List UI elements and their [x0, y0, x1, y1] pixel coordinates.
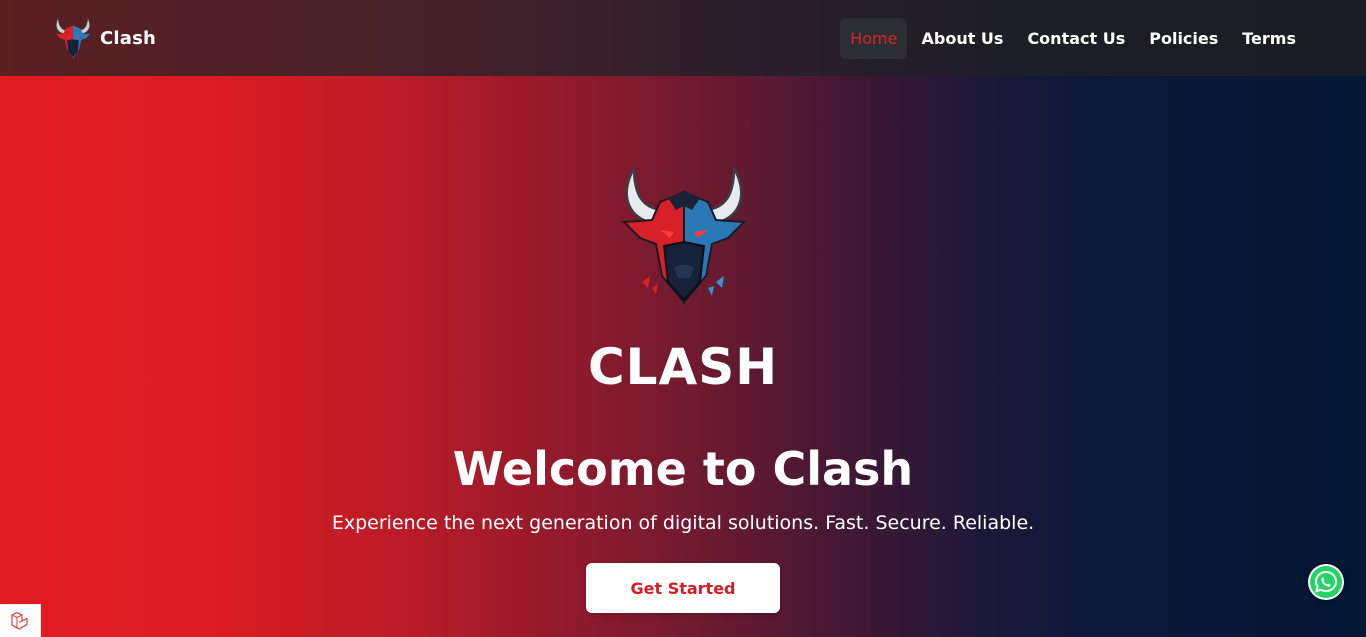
bull-logo-icon — [621, 167, 747, 305]
corner-badge[interactable] — [0, 604, 41, 637]
nav-item-about-us[interactable]: About Us — [911, 18, 1013, 59]
nav-item-terms[interactable]: Terms — [1232, 18, 1306, 59]
hero-title: Welcome to Clash — [452, 442, 914, 496]
laravel-icon — [11, 611, 28, 630]
get-started-button[interactable]: Get Started — [586, 563, 780, 613]
whatsapp-icon — [1310, 566, 1342, 598]
hero-section: CLASH Welcome to Clash Experience the ne… — [0, 76, 1366, 637]
nav-item-policies[interactable]: Policies — [1139, 18, 1228, 59]
nav-links: Home About Us Contact Us Policies Terms — [840, 17, 1306, 59]
hero-subtitle: Experience the next generation of digita… — [331, 512, 1035, 534]
nav-item-contact-us[interactable]: Contact Us — [1017, 18, 1135, 59]
hero-brand-heading: CLASH — [587, 338, 779, 396]
nav-item-home[interactable]: Home — [840, 17, 908, 59]
brand-link[interactable]: Clash — [54, 16, 156, 60]
whatsapp-button[interactable] — [1308, 564, 1344, 600]
navbar: Clash Home About Us Contact Us Policies … — [0, 0, 1366, 76]
bull-logo-icon — [55, 17, 91, 59]
brand-name: Clash — [100, 27, 157, 49]
